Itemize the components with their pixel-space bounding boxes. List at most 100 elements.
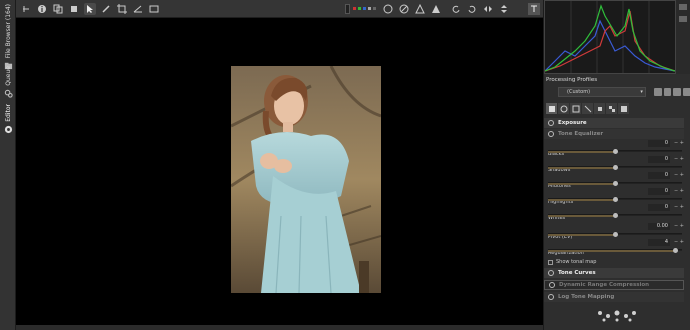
slider-handle[interactable] xyxy=(612,197,618,202)
panel-right-icon xyxy=(531,5,537,12)
info-button[interactable] xyxy=(36,3,48,15)
warning-button[interactable] xyxy=(414,3,426,15)
preview-indicator xyxy=(345,3,350,14)
section-tone-curves[interactable]: Tone Curves xyxy=(544,268,684,278)
section-log-tone-mapping-title: Log Tone Mapping xyxy=(558,294,615,300)
blue-channel-icon[interactable] xyxy=(363,7,366,10)
checkbox-box[interactable] xyxy=(548,259,553,265)
white-balance-picker-button[interactable] xyxy=(100,3,112,15)
profile-selector-value: (Custom) xyxy=(567,88,591,95)
histogram-scale-icon[interactable] xyxy=(679,16,687,22)
straighten-button[interactable] xyxy=(132,3,144,15)
history-toggle-button[interactable] xyxy=(20,3,32,15)
green-channel-icon[interactable] xyxy=(358,7,361,10)
tab-editor[interactable]: Editor xyxy=(0,104,16,134)
section-exposure[interactable]: Exposure xyxy=(544,118,684,128)
tab-exposure[interactable] xyxy=(546,103,557,114)
slider-fill xyxy=(548,183,615,185)
slider-track[interactable] xyxy=(548,181,682,186)
slider-handle[interactable] xyxy=(612,213,618,218)
crop-button[interactable] xyxy=(116,3,128,15)
copy-profile-icon[interactable] xyxy=(673,87,682,96)
slider-value-field[interactable]: 0 xyxy=(648,204,670,211)
power-icon[interactable] xyxy=(548,120,554,126)
tab-advanced[interactable] xyxy=(582,103,593,114)
section-log-tone-mapping[interactable]: Log Tone Mapping xyxy=(544,292,684,302)
power-icon[interactable] xyxy=(549,282,555,288)
transform-icon xyxy=(149,5,159,12)
warning-highlight-button[interactable] xyxy=(382,3,394,15)
tool-tabs xyxy=(546,103,630,114)
histogram-mode-icon[interactable] xyxy=(679,4,687,10)
slider-value-field[interactable]: 0 xyxy=(648,172,670,179)
power-icon[interactable] xyxy=(548,270,554,276)
channel-toggles[interactable] xyxy=(353,7,376,10)
tab-transform[interactable] xyxy=(594,103,605,114)
reset-icon[interactable]: − + xyxy=(674,172,684,178)
snapshot-icon xyxy=(71,5,77,12)
slider-handle[interactable] xyxy=(672,248,678,253)
warning-icon xyxy=(415,3,425,13)
power-icon[interactable] xyxy=(548,131,554,137)
section-dynamic-range[interactable]: Dynamic Range Compression xyxy=(544,280,684,290)
transform-button[interactable] xyxy=(148,3,160,15)
reset-icon[interactable]: − + xyxy=(674,239,684,245)
section-tone-equalizer[interactable]: Tone Equalizer xyxy=(544,129,684,139)
preview-canvas[interactable] xyxy=(16,18,543,325)
straighten-icon xyxy=(133,5,142,12)
tab-raw[interactable] xyxy=(606,103,617,114)
slider-value-field[interactable]: 0 xyxy=(648,188,670,195)
clipped-highlights-button[interactable] xyxy=(430,3,442,15)
slider-handle[interactable] xyxy=(612,165,618,170)
power-icon[interactable] xyxy=(548,294,554,300)
save-profile-icon[interactable] xyxy=(663,87,672,96)
slider-value-field[interactable]: 0 xyxy=(648,140,670,147)
slider-value-field[interactable]: 0.00 xyxy=(648,223,670,230)
flip-vertical-button[interactable] xyxy=(498,3,510,15)
reset-icon[interactable]: − + xyxy=(674,204,684,210)
slider-handle[interactable] xyxy=(612,149,618,154)
profile-selector[interactable]: (Custom) ▾ xyxy=(558,86,646,97)
red-channel-icon[interactable] xyxy=(353,7,356,10)
flip-horizontal-button[interactable] xyxy=(482,3,494,15)
photo-preview xyxy=(231,66,381,293)
before-after-button[interactable] xyxy=(52,3,64,15)
slider-handle[interactable] xyxy=(612,181,618,186)
snapshot-button[interactable] xyxy=(68,3,80,15)
show-tonal-map-checkbox[interactable]: Show tonal map xyxy=(548,259,596,265)
open-profile-icon[interactable] xyxy=(653,87,662,96)
slider-row: Whites 0− + xyxy=(548,204,686,223)
tab-queue[interactable]: Queue xyxy=(0,66,16,98)
soft-proof-button[interactable] xyxy=(398,3,410,15)
reset-icon[interactable]: − + xyxy=(674,223,684,229)
info-icon xyxy=(38,4,46,13)
slider-track[interactable] xyxy=(548,165,682,170)
rotate-right-button[interactable] xyxy=(466,3,478,15)
rotate-right-icon xyxy=(468,5,476,13)
girl-photo-image xyxy=(231,66,381,293)
luminance-channel-icon[interactable] xyxy=(368,7,371,10)
paste-profile-icon[interactable] xyxy=(683,87,690,96)
reset-icon[interactable]: − + xyxy=(674,156,684,162)
reset-icon[interactable]: − + xyxy=(674,188,684,194)
slider-track[interactable] xyxy=(548,232,682,237)
slider-value-field[interactable]: 4 xyxy=(648,239,670,246)
slider-track[interactable] xyxy=(548,197,682,202)
tab-file-browser[interactable]: File Browser (164) xyxy=(0,4,16,70)
tab-queue-label: Queue xyxy=(4,66,12,86)
rotate-left-button[interactable] xyxy=(450,3,462,15)
reset-icon[interactable]: − + xyxy=(674,140,684,146)
slider-track[interactable] xyxy=(548,213,682,218)
slider-track[interactable] xyxy=(548,248,682,253)
tab-details[interactable] xyxy=(558,103,569,114)
slider-value-field[interactable]: 0 xyxy=(648,156,670,163)
focus-mask-icon[interactable] xyxy=(373,7,376,10)
show-tonal-map-label: Show tonal map xyxy=(556,259,597,265)
tab-metadata[interactable] xyxy=(618,103,629,114)
hand-tool-button[interactable] xyxy=(84,2,96,15)
slider-handle[interactable] xyxy=(612,232,618,237)
tab-file-browser-label: File Browser (164) xyxy=(4,4,12,59)
slider-track[interactable] xyxy=(548,149,682,154)
tab-color[interactable] xyxy=(570,103,581,114)
right-panel-toggle-button[interactable] xyxy=(528,2,540,15)
